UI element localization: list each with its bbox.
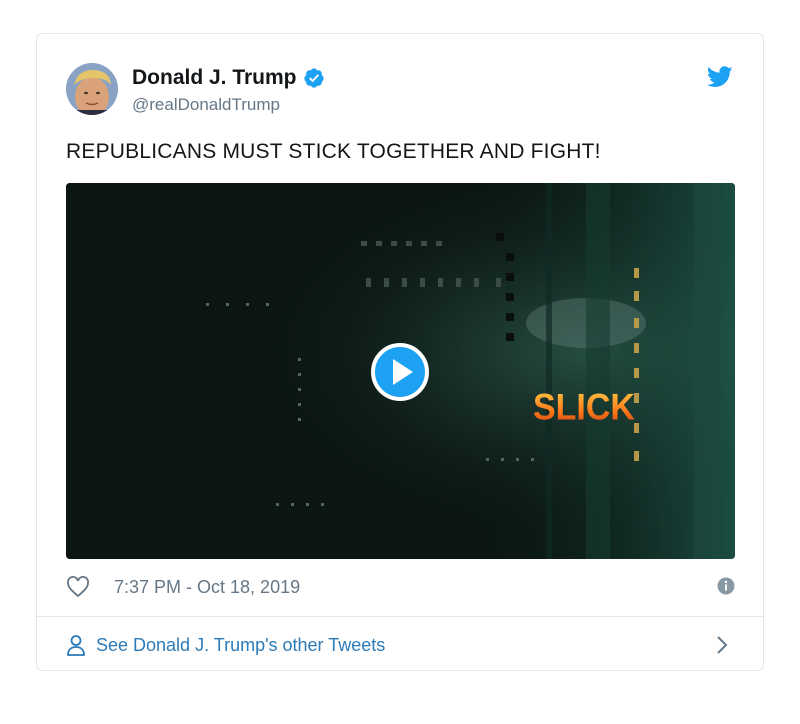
verified-badge-icon xyxy=(303,68,324,88)
tweet-footer: 7:37 PM - Oct 18, 2019 xyxy=(66,574,735,600)
author-name[interactable]: Donald J. Trump xyxy=(132,66,297,90)
play-icon[interactable] xyxy=(370,342,430,402)
chevron-right-icon[interactable] xyxy=(715,635,729,655)
video-player[interactable]: SLICK xyxy=(66,183,735,559)
heart-icon[interactable] xyxy=(66,576,90,598)
tweet-text: REPUBLICANS MUST STICK TOGETHER AND FIGH… xyxy=(66,140,601,163)
other-tweets-label[interactable]: See Donald J. Trump's other Tweets xyxy=(96,635,385,656)
video-overlay-text: SLICK xyxy=(533,386,635,428)
avatar[interactable] xyxy=(66,63,118,115)
twitter-bird-icon[interactable] xyxy=(707,66,733,88)
other-tweets-link[interactable]: See Donald J. Trump's other Tweets xyxy=(66,632,735,658)
info-icon[interactable] xyxy=(717,577,735,595)
author-row[interactable]: Donald J. Trump xyxy=(132,66,325,90)
tweet-timestamp[interactable]: 7:37 PM - Oct 18, 2019 xyxy=(114,577,300,598)
author-handle[interactable]: @realDonaldTrump xyxy=(132,95,280,115)
divider xyxy=(37,616,763,617)
person-icon xyxy=(67,635,85,656)
tweet-card: Donald J. Trump @realDonaldTrump REPUBLI… xyxy=(36,33,764,671)
